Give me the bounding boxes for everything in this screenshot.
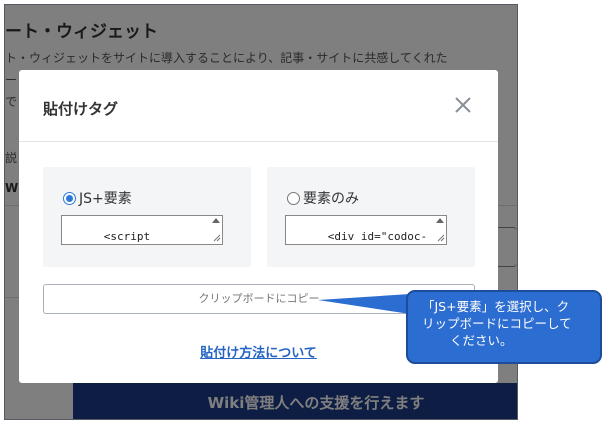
code-text: <div id="codoc- entry-dguTkuhO3A" xyxy=(288,230,428,244)
callout-line: リップボードにコピーして xyxy=(422,316,572,331)
callout-line: ください。 xyxy=(450,333,513,348)
code-textarea-js-element[interactable]: <script src="https://codoc.j t xyxy=(61,215,223,245)
instruction-callout: 「JS+要素」を選択し、ク リップボードにコピーして ください。 xyxy=(406,290,602,364)
scroll-up-icon xyxy=(436,218,444,223)
radio-label: 要素のみ xyxy=(303,191,359,207)
radio-checked-icon xyxy=(63,191,76,205)
close-icon xyxy=(455,97,471,113)
radio-label: JS+要素 xyxy=(79,191,132,207)
radio-js-element[interactable]: JS+要素 xyxy=(63,188,132,208)
modal-header: 貼付けタグ xyxy=(19,70,498,142)
option-panel-js-element: JS+要素 <script src="https://codoc.j t xyxy=(43,167,251,267)
radio-element-only[interactable]: 要素のみ xyxy=(287,188,359,208)
textarea-scrollbar[interactable] xyxy=(435,217,445,243)
textarea-scrollbar[interactable] xyxy=(211,217,221,243)
close-button[interactable] xyxy=(452,94,474,116)
callout-tail xyxy=(318,294,410,314)
scroll-up-icon xyxy=(212,218,220,223)
resize-grip-icon xyxy=(213,234,221,242)
code-textarea-element-only[interactable]: <div id="codoc- entry-dguTkuhO3A" xyxy=(285,215,447,245)
option-panel-element-only: 要素のみ <div id="codoc- entry-dguTkuhO3A" xyxy=(267,167,475,267)
radio-unchecked-icon xyxy=(287,191,300,205)
resize-grip-icon xyxy=(437,234,445,242)
modal-title: 貼付けタグ xyxy=(43,100,119,118)
callout-line: 「JS+要素」を選択し、ク xyxy=(422,299,570,314)
code-text: <script src="https://codoc.j t xyxy=(64,230,196,244)
